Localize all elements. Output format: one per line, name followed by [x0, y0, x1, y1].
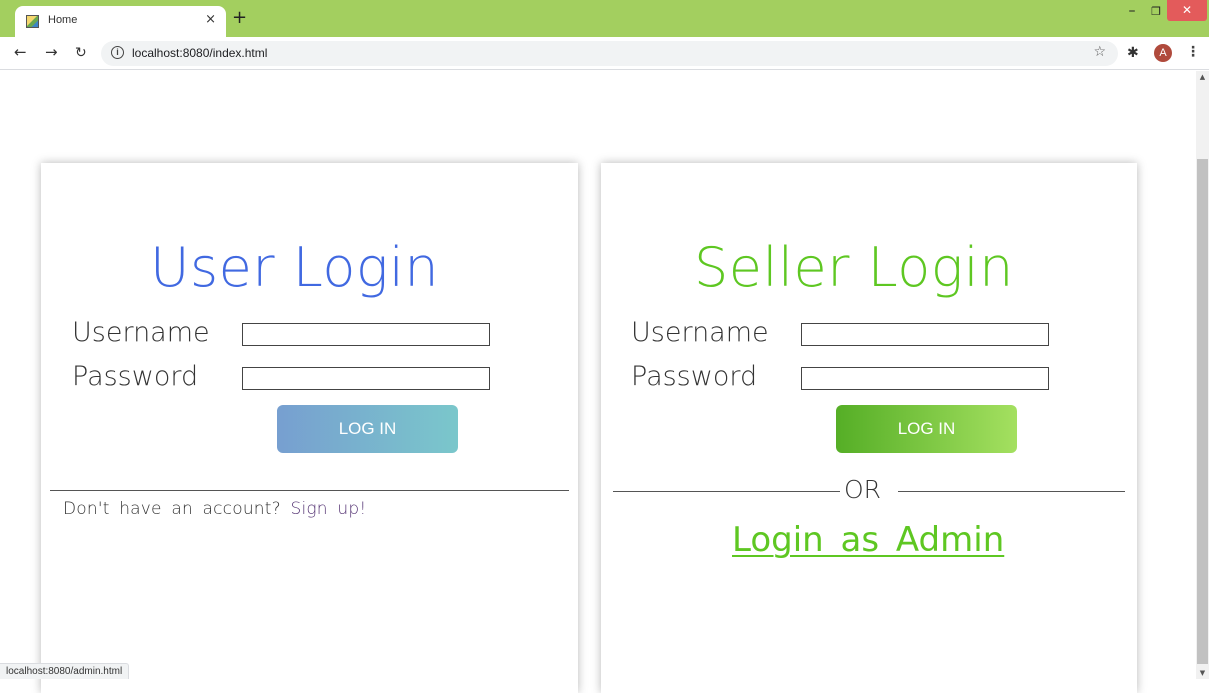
browser-toolbar: ← → ↻ i localhost:8080/index.html ☆	[0, 37, 1209, 70]
tab-home[interactable]: Home ×	[15, 6, 226, 37]
user-login-button[interactable]: LOG IN	[277, 405, 458, 453]
seller-login-button[interactable]: LOG IN	[836, 405, 1017, 453]
address-bar-url[interactable]: localhost:8080/index.html	[132, 46, 267, 60]
tab-title: Home	[48, 14, 78, 26]
close-window-button[interactable]: ✕	[1167, 0, 1207, 21]
forward-arrow-icon[interactable]: →	[45, 45, 58, 60]
status-bar-url: localhost:8080/admin.html	[0, 663, 130, 679]
extensions-puzzle-icon[interactable]: ✱	[1127, 45, 1139, 61]
user-login-title: User Login	[150, 236, 440, 299]
seller-password-label: Password	[631, 361, 758, 392]
seller-login-card: Seller Login Username Password LOG IN OR…	[601, 163, 1137, 693]
site-info-icon[interactable]: i	[111, 46, 124, 59]
profile-avatar[interactable]: A	[1154, 44, 1172, 62]
signup-link[interactable]: Sign up!	[290, 499, 366, 519]
user-username-label: Username	[72, 317, 210, 348]
or-divider-left	[613, 491, 840, 492]
page-scrollbar[interactable]: ▲ ▼	[1196, 71, 1209, 679]
address-bar[interactable]: i localhost:8080/index.html ☆	[101, 41, 1118, 66]
back-arrow-icon[interactable]: ←	[14, 45, 27, 60]
seller-username-label: Username	[631, 317, 769, 348]
user-card-divider	[50, 490, 569, 491]
browser-menu-icon[interactable]: ⋮	[1186, 44, 1200, 60]
reload-icon[interactable]: ↻	[75, 46, 87, 60]
user-password-label: Password	[72, 361, 199, 392]
minimize-window-button[interactable]: –	[1120, 3, 1144, 21]
browser-titlebar: Home × + – ❐ ✕	[0, 0, 1209, 37]
seller-password-input[interactable]	[801, 367, 1049, 390]
scrollbar-thumb[interactable]	[1197, 159, 1208, 664]
signup-prompt: Don't have an account? Sign up!	[63, 499, 366, 519]
user-username-input[interactable]	[242, 323, 490, 346]
bookmark-star-icon[interactable]: ☆	[1093, 44, 1106, 60]
login-as-admin-link[interactable]: Login as Admin	[732, 523, 1004, 557]
seller-login-title: Seller Login	[694, 236, 1014, 299]
or-divider-right	[898, 491, 1125, 492]
scroll-up-arrow-icon[interactable]: ▲	[1196, 71, 1209, 83]
user-login-card: User Login Username Password LOG IN Don'…	[41, 163, 578, 693]
signup-prefix-text: Don't have an account?	[63, 499, 281, 519]
restore-window-button[interactable]: ❐	[1144, 3, 1168, 21]
scroll-down-arrow-icon[interactable]: ▼	[1196, 667, 1209, 679]
or-separator-text: OR	[844, 475, 882, 504]
page-favicon-icon	[26, 15, 39, 28]
tab-close-icon[interactable]: ×	[205, 13, 216, 26]
user-password-input[interactable]	[242, 367, 490, 390]
new-tab-button[interactable]: +	[232, 9, 247, 27]
seller-username-input[interactable]	[801, 323, 1049, 346]
